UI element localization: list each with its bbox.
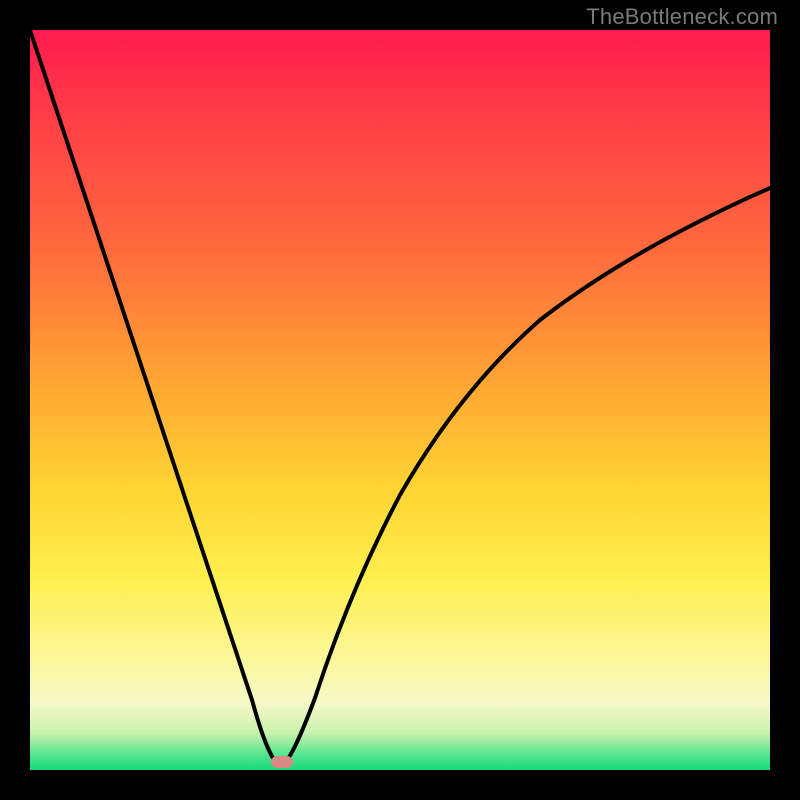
bottleneck-curve	[30, 30, 770, 770]
chart-container: TheBottleneck.com	[0, 0, 800, 800]
curve-path	[30, 30, 770, 765]
plot-area	[30, 30, 770, 770]
optimal-point-marker	[271, 756, 293, 768]
watermark-text: TheBottleneck.com	[586, 4, 778, 30]
